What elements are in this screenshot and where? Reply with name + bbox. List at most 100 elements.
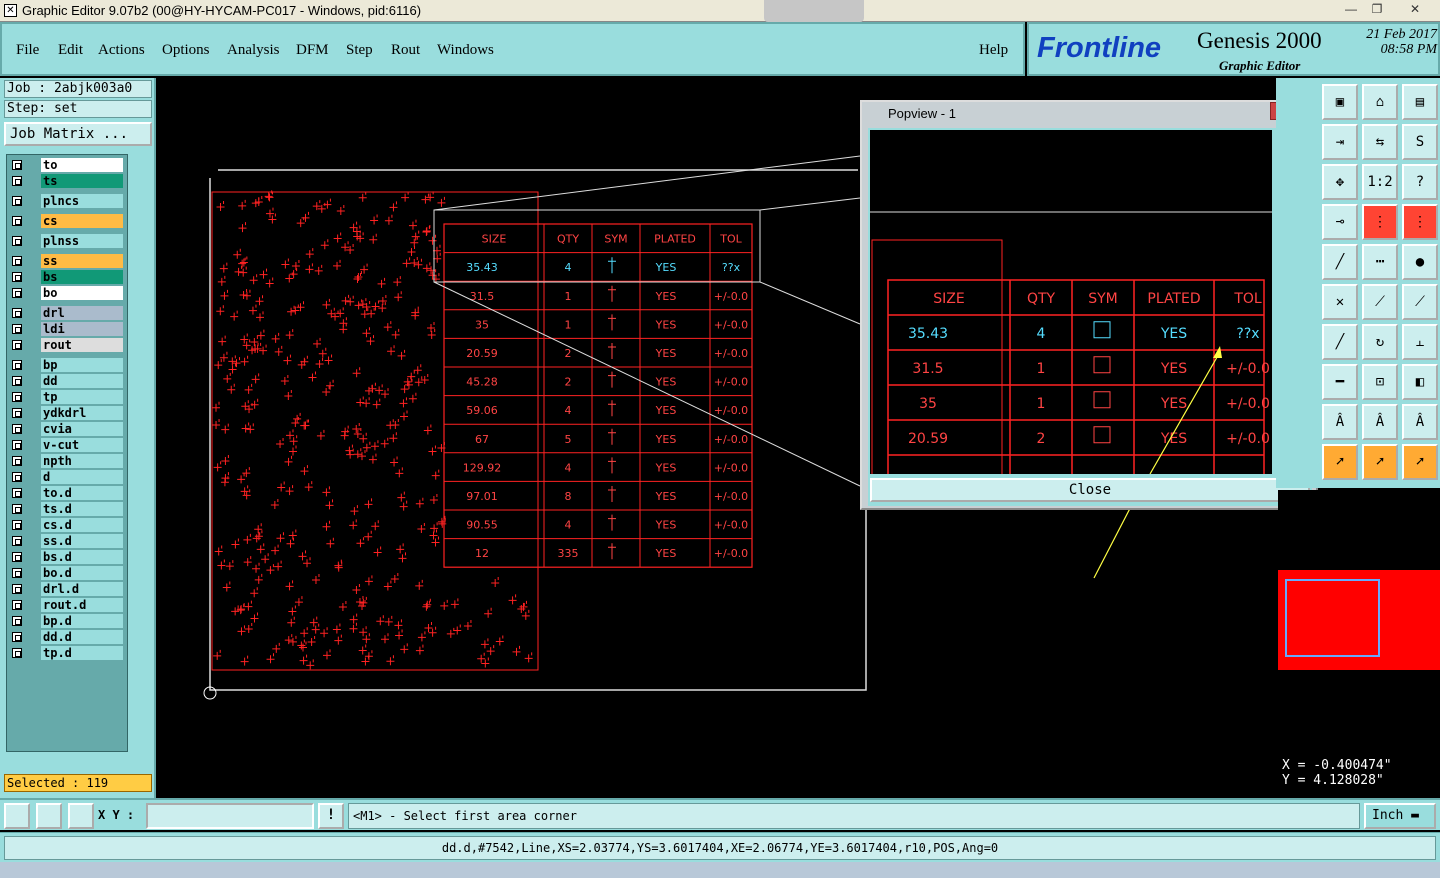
menu-actions[interactable]: Actions (98, 42, 145, 59)
snap-icon[interactable]: S (1402, 124, 1438, 160)
layer-checkbox[interactable] (12, 584, 22, 594)
measure-icon[interactable]: ⊸ (1322, 204, 1358, 240)
layer-row-rout[interactable]: rout (9, 338, 125, 352)
align-icon[interactable]: ⊡ (1362, 364, 1398, 400)
layer-checkbox[interactable] (12, 504, 22, 514)
layer-checkbox[interactable] (12, 176, 22, 186)
scale-icon[interactable]: 1:2 (1362, 164, 1398, 200)
layer-checkbox[interactable] (12, 288, 22, 298)
export-icon[interactable]: ⇥ (1322, 124, 1358, 160)
layer-checkbox[interactable] (12, 568, 22, 578)
popview-canvas[interactable]: SIZE QTY SYM PLATED TOL 35.43 4 YES ??x 31.5 1 YES +… (870, 130, 1272, 474)
layer-row-tp-d[interactable]: tp.d (9, 646, 125, 660)
layer-row-ss-d[interactable]: ss.d (9, 534, 125, 548)
layer-checkbox[interactable] (12, 552, 22, 562)
xy-input[interactable] (146, 803, 314, 829)
layer-row-ts-d[interactable]: ts.d (9, 502, 125, 516)
menu-dfm[interactable]: DFM (296, 42, 329, 59)
layer-row-dd-d[interactable]: dd.d (9, 630, 125, 644)
select-pointer-icon[interactable]: ➚ (1322, 444, 1358, 480)
layer-checkbox[interactable] (12, 408, 22, 418)
layer-checkbox[interactable] (12, 440, 22, 450)
attach-a-icon[interactable]: Â (1322, 404, 1358, 440)
layer-row-cvia[interactable]: cvia (9, 422, 125, 436)
layer-checkbox[interactable] (12, 600, 22, 610)
maximize-button[interactable]: ❐ (1364, 1, 1390, 18)
layer-row-to[interactable]: to (9, 158, 125, 172)
alert-icon[interactable]: ! (318, 803, 344, 829)
layer-checkbox[interactable] (12, 360, 22, 370)
layer-row-v-cut[interactable]: v-cut (9, 438, 125, 452)
layer-checkbox[interactable] (12, 648, 22, 658)
menu-rout[interactable]: Rout (391, 42, 420, 59)
move-icon[interactable]: ✥ (1322, 164, 1358, 200)
layer-checkbox[interactable] (12, 632, 22, 642)
arc-icon[interactable]: ↻ (1362, 324, 1398, 360)
layer-row-npth[interactable]: npth (9, 454, 125, 468)
layer-row-drl-d[interactable]: drl.d (9, 582, 125, 596)
layer-row-cs-d[interactable]: cs.d (9, 518, 125, 532)
layer-checkbox[interactable] (12, 340, 22, 350)
layer-checkbox[interactable] (12, 488, 22, 498)
layer-row-d[interactable]: d (9, 470, 125, 484)
layer-checkbox[interactable] (12, 424, 22, 434)
cross-icon[interactable]: ✕ (1322, 284, 1358, 320)
shape-icon[interactable]: ◧ (1402, 364, 1438, 400)
layer-checkbox[interactable] (12, 616, 22, 626)
layer-row-cs[interactable]: cs (9, 214, 125, 228)
menu-edit[interactable]: Edit (58, 42, 83, 59)
layer-row-bs-d[interactable]: bs.d (9, 550, 125, 564)
job-matrix-button[interactable]: Job Matrix ... (4, 122, 152, 146)
layer-row-bo[interactable]: bo (9, 286, 125, 300)
line-edit-icon[interactable]: ⟋ (1402, 284, 1438, 320)
layer-checkbox[interactable] (12, 236, 22, 246)
menu-help[interactable]: Help (979, 42, 1008, 59)
layer-checkbox[interactable] (12, 520, 22, 530)
layer-row-ss[interactable]: ss (9, 254, 125, 268)
menu-step[interactable]: Step (346, 42, 373, 59)
layer-checkbox[interactable] (12, 216, 22, 226)
unit-selector[interactable]: Inch ▬ (1364, 803, 1436, 829)
layer-checkbox[interactable] (12, 324, 22, 334)
layer-checkbox[interactable] (12, 376, 22, 386)
menu-windows[interactable]: Windows (437, 42, 494, 59)
window-tile-icon[interactable]: ▤ (1402, 84, 1438, 120)
layer-checkbox[interactable] (12, 456, 22, 466)
layer-row-bo-d[interactable]: bo.d (9, 566, 125, 580)
close-window-button[interactable]: ✕ (1402, 1, 1428, 18)
layer-row-drl[interactable]: drl (9, 306, 125, 320)
line-add-icon[interactable]: ⟋ (1362, 284, 1398, 320)
menu-file[interactable]: File (16, 42, 39, 59)
layer-row-plncs[interactable]: plncs (9, 194, 125, 208)
layer-compare-icon[interactable]: ⋮ (1362, 204, 1398, 240)
popview-close-button[interactable]: Close (870, 478, 1310, 502)
measure-tool-icon[interactable] (36, 803, 62, 829)
layer-diff-icon[interactable]: ⋮ (1402, 204, 1438, 240)
layer-row-dd[interactable]: dd (9, 374, 125, 388)
mirror-icon[interactable]: ⇆ (1362, 124, 1398, 160)
layer-row-tp[interactable]: tp (9, 390, 125, 404)
overview-minimap[interactable] (1278, 490, 1440, 748)
layer-row-ydkdrl[interactable]: ydkdrl (9, 406, 125, 420)
attach-c-icon[interactable]: Â (1402, 404, 1438, 440)
layer-row-bs[interactable]: bs (9, 270, 125, 284)
zoom-home-icon[interactable]: ▣ (1322, 84, 1358, 120)
layer-row-plnss[interactable]: plnss (9, 234, 125, 248)
help-icon[interactable]: ? (1402, 164, 1438, 200)
split-icon[interactable]: ⫠ (1402, 324, 1438, 360)
layer-row-bp-d[interactable]: bp.d (9, 614, 125, 628)
layer-row-to-d[interactable]: to.d (9, 486, 125, 500)
pad-icon[interactable]: ● (1402, 244, 1438, 280)
attach-b-icon[interactable]: Â (1362, 404, 1398, 440)
hline-icon[interactable]: ━ (1322, 364, 1358, 400)
line-color-icon[interactable]: ╱ (1322, 244, 1358, 280)
draw-line-icon[interactable]: ╱ (1322, 324, 1358, 360)
layer-checkbox[interactable] (12, 536, 22, 546)
grid-icon[interactable] (68, 803, 94, 829)
layer-row-ldi[interactable]: ldi (9, 322, 125, 336)
layer-checkbox[interactable] (12, 272, 22, 282)
layer-checkbox[interactable] (12, 392, 22, 402)
layer-checkbox[interactable] (12, 256, 22, 266)
zoom-tool-icon[interactable] (4, 803, 30, 829)
minimize-button[interactable]: — (1338, 1, 1364, 18)
